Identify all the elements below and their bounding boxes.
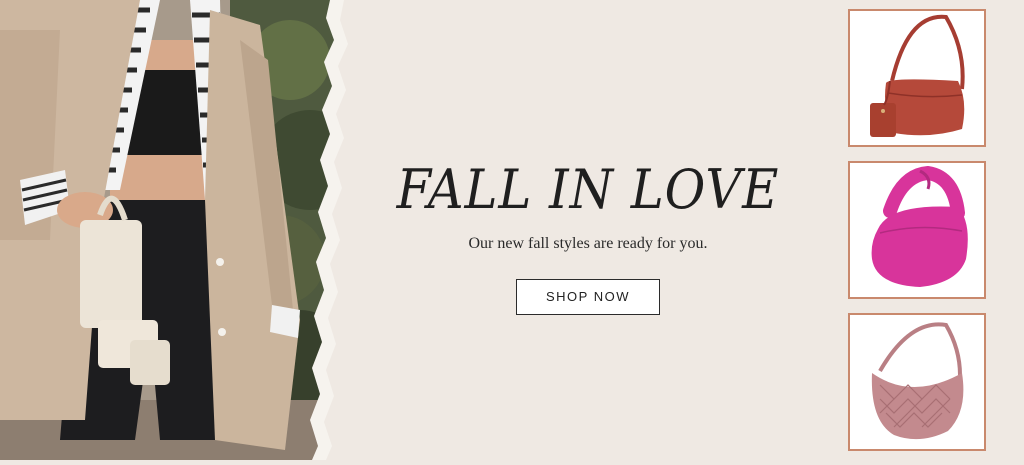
woven-mauve-bag-icon bbox=[871, 322, 964, 440]
shop-now-button[interactable]: SHOP NOW bbox=[516, 279, 660, 315]
torn-paper-edge bbox=[300, 0, 360, 460]
pink-hobo-bag-icon bbox=[871, 165, 968, 287]
subheadline: Our new fall styles are ready for you. bbox=[468, 235, 708, 252]
product-tile-woven-mauve-bag[interactable] bbox=[848, 313, 986, 451]
red-shoulder-bag-icon bbox=[870, 14, 965, 137]
product-tile-red-shoulder-bag[interactable] bbox=[848, 9, 986, 147]
hero-copy: FALL IN LOVE Our new fall styles are rea… bbox=[360, 150, 816, 315]
headline: FALL IN LOVE bbox=[396, 158, 780, 221]
product-tile-pink-hobo-bag[interactable] bbox=[848, 161, 986, 299]
product-tiles bbox=[848, 9, 986, 465]
model-photo bbox=[0, 0, 350, 460]
promo-banner: FALL IN LOVE Our new fall styles are rea… bbox=[0, 0, 1024, 460]
